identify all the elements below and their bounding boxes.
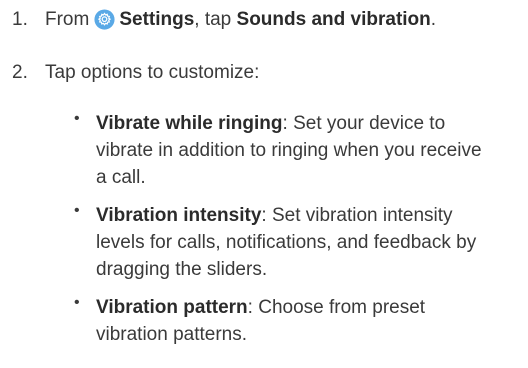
option-line: dragging the sliders.	[96, 259, 268, 280]
option-line: Vibration pattern: Choose from preset	[96, 294, 526, 321]
step-text: Tap options to customize:	[45, 62, 260, 83]
option-body: Vibrate while ringing: Set your device t…	[96, 110, 526, 191]
bullet-icon: •	[74, 110, 80, 127]
step-middle: , tap	[194, 9, 237, 30]
option-title: Vibration intensity	[96, 205, 262, 226]
step-number: 1.	[12, 9, 28, 30]
step-end: .	[430, 9, 437, 30]
bullet-icon: •	[74, 294, 80, 311]
option-text: : Set your device to	[282, 113, 446, 134]
step-prefix: From	[45, 9, 90, 30]
sounds-vibration-label: Sounds and vibration	[236, 9, 431, 30]
option-title: Vibrate while ringing	[96, 113, 283, 134]
option-title: Vibration pattern	[96, 297, 248, 318]
option-line: vibration patterns.	[96, 324, 248, 345]
option-line: Vibrate while ringing: Set your device t…	[96, 110, 526, 137]
step-number: 2.	[12, 62, 28, 83]
option-line: a call.	[96, 167, 146, 188]
option-line: vibrate in addition to ringing when you …	[96, 140, 482, 161]
settings-gear-icon	[94, 9, 115, 30]
option-body: Vibration intensity: Set vibration inten…	[96, 202, 526, 283]
option-text: : Choose from preset	[247, 297, 426, 318]
option-body: Vibration pattern: Choose from preset vi…	[96, 294, 526, 348]
instructions-document: 1. From Settings , tap Sounds and vibrat…	[0, 0, 528, 368]
option-line: Vibration intensity: Set vibration inten…	[96, 202, 526, 229]
step-text: From Settings , tap Sounds and vibration…	[45, 6, 436, 33]
option-line: levels for calls, notifications, and fee…	[96, 232, 477, 253]
settings-label: Settings	[119, 9, 195, 30]
option-text: : Set vibration intensity	[261, 205, 453, 226]
bullet-icon: •	[74, 202, 80, 219]
